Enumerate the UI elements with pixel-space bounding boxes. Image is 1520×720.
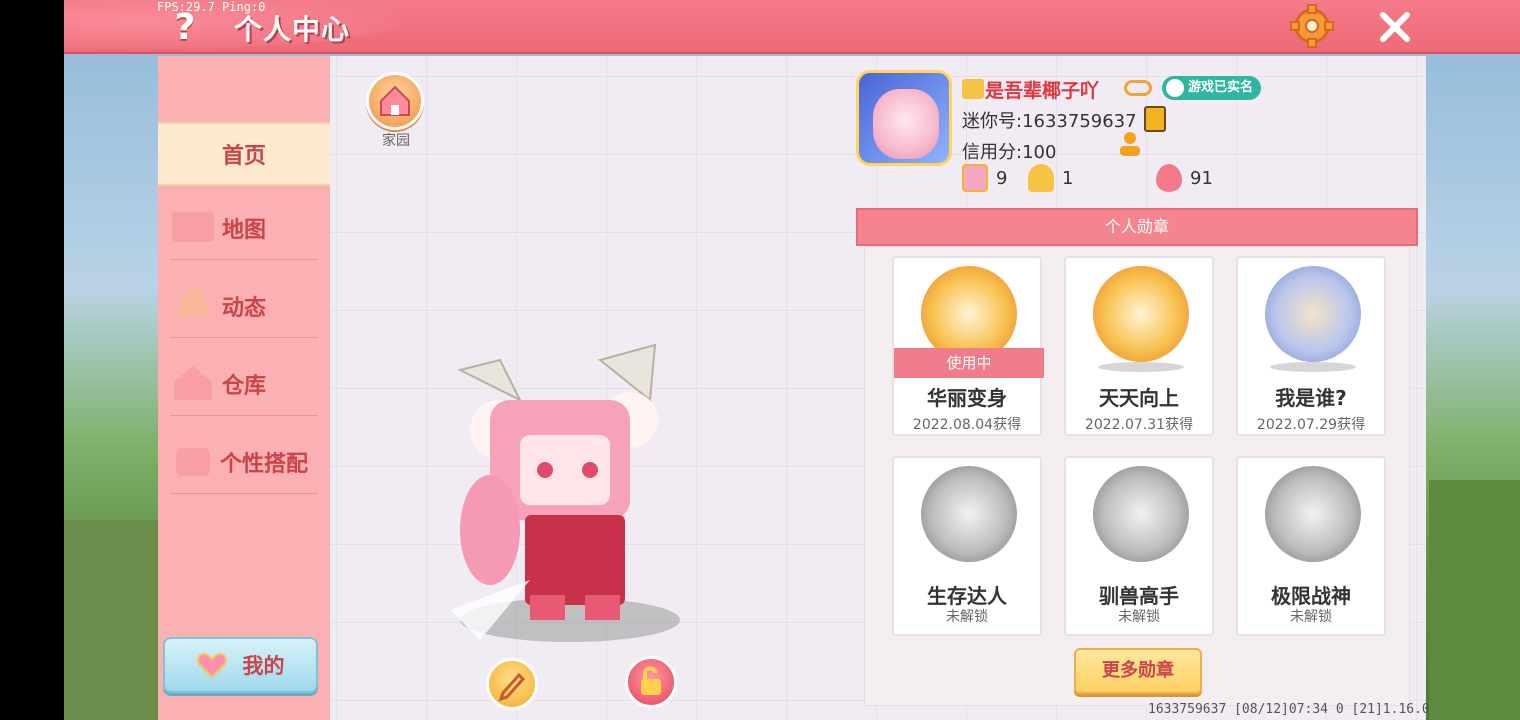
badge-status: 未解锁 (1118, 609, 1160, 625)
mask-icon (1124, 80, 1152, 96)
copy-icon[interactable] (1144, 106, 1166, 132)
close-icon[interactable] (1376, 8, 1414, 46)
badge-shadow (1098, 362, 1184, 372)
scene-block-left (64, 520, 164, 720)
divider (170, 493, 318, 494)
stat-plus: 9 (962, 164, 1007, 192)
badge-date: 2022.07.29获得 (1256, 417, 1366, 433)
build-info: 1633759637 [08/12]07:34 0 [21]1.16.0 (1148, 702, 1430, 717)
verified-badge: 游戏已实名 (1162, 76, 1262, 100)
badge-card[interactable]: 天天向上 2022.07.31获得 (1064, 256, 1214, 436)
plus-card-icon (962, 164, 988, 192)
divider (170, 259, 318, 260)
badge-name: 生存达人 (927, 584, 1007, 608)
gear-icon[interactable] (1290, 4, 1334, 48)
mine-button[interactable]: 我的 (163, 637, 318, 693)
heart-icon (196, 653, 227, 678)
sidebar-item-outfit[interactable]: 个性搭配 (158, 430, 330, 494)
sidebar-item-label: 仓库 (221, 374, 266, 399)
bell-icon (176, 288, 210, 316)
badge-card[interactable]: 极限战神 未解锁 (1236, 456, 1386, 636)
person-icon[interactable] (1116, 130, 1144, 158)
divider (170, 415, 318, 416)
stat-flame: 91 (1156, 164, 1213, 192)
badge-medal (1093, 266, 1189, 362)
stat-value: 91 (1190, 167, 1213, 189)
badge-medal (1093, 466, 1189, 562)
more-badges-button[interactable]: 更多勋章 (1074, 648, 1202, 694)
cheer-icon (1028, 164, 1054, 192)
map-icon (172, 212, 214, 242)
stat-cheer: 1 (1028, 164, 1073, 192)
player-avatar[interactable] (420, 340, 700, 650)
badge-card[interactable]: 生存达人 未解锁 (892, 456, 1042, 636)
badge-card[interactable]: 使用中 华丽变身 2022.08.04获得 (892, 256, 1044, 436)
badge-medal (921, 466, 1017, 562)
scene-block-right (1429, 480, 1520, 720)
edit-button[interactable] (486, 658, 538, 710)
stat-value: 9 (996, 167, 1008, 189)
sidebar: 首页 地图 动态 仓库 个性搭配 (158, 56, 330, 720)
badge-name: 我是谁? (1275, 386, 1347, 410)
page-title: 个人中心 (234, 13, 351, 46)
sidebar-item-label: 首页 (221, 144, 266, 169)
pencil-icon (498, 672, 526, 702)
flame-icon (1156, 164, 1182, 192)
vip-icon (962, 79, 984, 99)
badge-shadow (1270, 362, 1356, 372)
badge-date: 2022.08.04获得 (912, 417, 1022, 433)
username: 是吾辈椰子吖 (985, 80, 1100, 102)
sidebar-item-home[interactable]: 首页 (158, 122, 330, 186)
badge-status: 未解锁 (1290, 609, 1332, 625)
unlock-button[interactable] (625, 656, 677, 708)
badge-card[interactable]: 驯兽高手 未解锁 (1064, 456, 1214, 636)
help-icon[interactable]: ? (170, 8, 200, 48)
mini-id: 迷你号:1633759637 (962, 111, 1137, 132)
badge-name: 华丽变身 (927, 386, 1007, 410)
badge-date: 2022.07.31获得 (1084, 417, 1194, 433)
badge-name: 天天向上 (1099, 386, 1179, 410)
house-icon (380, 85, 410, 116)
in-use-tag: 使用中 (894, 348, 1044, 378)
sidebar-item-label: 动态 (221, 296, 266, 321)
profile-avatar[interactable] (856, 70, 952, 166)
sidebar-item-activity[interactable]: 动态 (158, 274, 330, 338)
stat-value: 1 (1062, 167, 1074, 189)
badge-status: 未解锁 (946, 609, 988, 625)
badges-header: 个人勋章 (856, 208, 1418, 246)
outfit-icon (176, 448, 210, 476)
homeland-button[interactable] (366, 72, 424, 130)
homeland-label: 家园 (382, 133, 410, 149)
avatar-face (873, 89, 939, 159)
sidebar-item-map[interactable]: 地图 (158, 196, 330, 260)
badge-medal (1265, 266, 1361, 362)
sidebar-item-label: 地图 (221, 218, 266, 243)
sidebar-item-storage[interactable]: 仓库 (158, 352, 330, 416)
unlock-icon (641, 666, 661, 695)
mine-button-label: 我的 (242, 654, 285, 678)
badge-card[interactable]: 我是谁? 2022.07.29获得 (1236, 256, 1386, 436)
house-icon (174, 366, 212, 400)
credit-score: 信用分:100 (962, 142, 1057, 163)
badge-name: 驯兽高手 (1099, 584, 1179, 608)
divider (170, 337, 318, 338)
badge-name: 极限战神 (1271, 584, 1351, 608)
badge-medal (1265, 466, 1361, 562)
